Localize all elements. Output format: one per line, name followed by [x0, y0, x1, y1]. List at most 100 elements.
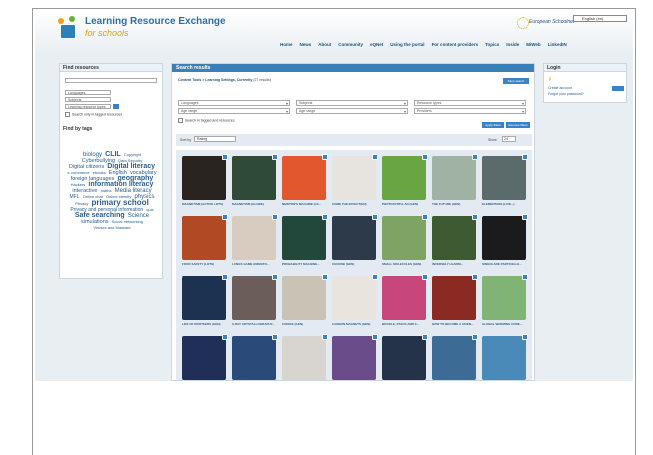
- nav-item[interactable]: Inside: [506, 42, 519, 47]
- tag-link[interactable]: Privacy: [75, 201, 88, 206]
- resource-thumbnail[interactable]: [182, 274, 228, 320]
- tag-link[interactable]: information literacy: [88, 181, 153, 188]
- filter-languages[interactable]: Languages: [178, 100, 290, 106]
- tag-link[interactable]: quiz: [146, 207, 153, 212]
- european-schoolnet-logo[interactable]: European Schoolnet: [516, 17, 574, 29]
- resource-title-link[interactable]: CODICE (GEN): [282, 322, 328, 326]
- resource-thumbnail[interactable]: [382, 154, 428, 200]
- filter-age-range[interactable]: Age range: [178, 108, 290, 114]
- filter-age-range-2[interactable]: Age range: [296, 108, 408, 114]
- search-input[interactable]: [65, 78, 157, 83]
- per-page-select[interactable]: 24: [502, 136, 516, 142]
- results-query[interactable]: Content Tools > Learning Settings, Curre…: [178, 78, 252, 82]
- resource-thumbnail[interactable]: [482, 274, 528, 320]
- tag-link[interactable]: MFL: [70, 194, 80, 200]
- resource-title-link[interactable]: PHOTOSYNTH. AN (GEN): [382, 202, 428, 206]
- nav-item[interactable]: Using the portal: [390, 42, 424, 47]
- resource-thumbnail[interactable]: [482, 214, 528, 260]
- resource-thumbnail[interactable]: [332, 154, 378, 200]
- site-title[interactable]: Learning Resource Exchange: [85, 16, 226, 27]
- resource-title-link[interactable]: GLOBAL WARMING CORE...: [482, 322, 528, 326]
- apply-filters-button[interactable]: Apply filters: [482, 122, 504, 128]
- subjects-select[interactable]: Subjects: [65, 97, 111, 102]
- tag-link[interactable]: primary school: [91, 198, 148, 207]
- tag-link[interactable]: Viruses and Malware: [93, 225, 130, 230]
- resource-thumbnail[interactable]: [282, 214, 328, 260]
- tag-link[interactable]: Social networking: [112, 219, 143, 224]
- resource-thumbnail[interactable]: [382, 334, 428, 380]
- tag-link[interactable]: Copyright: [124, 152, 141, 157]
- nav-item[interactable]: News: [300, 42, 312, 47]
- nav-item[interactable]: Community: [338, 42, 363, 47]
- resource-thumbnail[interactable]: [432, 274, 478, 320]
- resource-thumbnail[interactable]: [232, 334, 278, 380]
- resource-title-link[interactable]: MAGNETISM (ACTIVE LOTS): [182, 202, 228, 206]
- tag-link[interactable]: e-commerce: [67, 170, 89, 175]
- resource-thumbnail[interactable]: [432, 154, 478, 200]
- tagged-only-checkbox[interactable]: Search only in tagged resources: [65, 112, 122, 117]
- tag-link[interactable]: Hackers: [71, 182, 86, 187]
- resource-thumbnail[interactable]: [232, 274, 278, 320]
- filter-providers[interactable]: Providers: [414, 108, 526, 114]
- filter-subjects[interactable]: Subjects: [296, 100, 408, 106]
- resource-thumbnail[interactable]: [432, 334, 478, 380]
- resource-title-link[interactable]: CARBON MAGNETS (GEN): [332, 322, 378, 326]
- nav-item[interactable]: About: [318, 42, 331, 47]
- resource-thumbnail[interactable]: [182, 214, 228, 260]
- sort-select[interactable]: Rating: [194, 136, 236, 142]
- resource-thumbnail[interactable]: [182, 154, 228, 200]
- resource-thumbnail[interactable]: [382, 214, 428, 260]
- resource-title-link[interactable]: BOOKLE, STACK AND C...: [382, 322, 428, 326]
- resource-title-link[interactable]: HOW TO BECOME A SCIEN...: [432, 322, 478, 326]
- tag-link[interactable]: Safe searching: [75, 212, 125, 219]
- resource-title-link[interactable]: ELEMENTARE (LIVE...): [482, 202, 528, 206]
- resource-title-link[interactable]: SINGOLARE PARTICELLE...: [482, 262, 528, 266]
- tag-link[interactable]: ebooks: [93, 170, 106, 175]
- resource-title-link[interactable]: PROBABILITY MACHINE...: [282, 262, 328, 266]
- nav-item[interactable]: eQNet: [370, 42, 383, 47]
- resource-title-link[interactable]: NEWTON'S MACHINE (LE...: [282, 202, 328, 206]
- resource-thumbnail[interactable]: [382, 274, 428, 320]
- languages-select[interactable]: Languages: [65, 90, 111, 95]
- tag-link[interactable]: Digital literacy: [107, 163, 155, 170]
- resource-thumbnail[interactable]: [182, 334, 228, 380]
- resource-types-select[interactable]: Learning resource types: [65, 104, 111, 109]
- resource-thumbnail[interactable]: [332, 274, 378, 320]
- nav-item[interactable]: Home: [280, 42, 293, 47]
- resource-thumbnail[interactable]: [232, 154, 278, 200]
- nav-item[interactable]: LinkedIN: [548, 42, 567, 47]
- save-search-button[interactable]: Save search: [503, 78, 529, 84]
- resource-title-link[interactable]: CHOOSE (GEN): [332, 262, 378, 266]
- resource-thumbnail[interactable]: [282, 274, 328, 320]
- resource-thumbnail[interactable]: [282, 334, 328, 380]
- remove-filters-button[interactable]: Remove filters: [506, 122, 530, 128]
- resource-thumbnail[interactable]: [332, 334, 378, 380]
- resource-thumbnail[interactable]: [282, 154, 328, 200]
- nav-item[interactable]: MiWeb: [526, 42, 540, 47]
- nav-item[interactable]: For content providers: [432, 42, 479, 47]
- tag-link[interactable]: CLIL: [105, 151, 121, 158]
- resource-title-link[interactable]: THE FUTURE (GEN): [432, 202, 478, 206]
- nav-item[interactable]: Topics: [485, 42, 499, 47]
- resource-title-link[interactable]: MAGNETISM (GLOBE): [232, 202, 278, 206]
- language-select[interactable]: English (en): [573, 15, 627, 22]
- resource-title-link[interactable]: LIFE OF ROOTEERS (GEN): [182, 322, 228, 326]
- resource-thumbnail[interactable]: [332, 214, 378, 260]
- resource-thumbnail[interactable]: [232, 214, 278, 260]
- resource-thumbnail[interactable]: [482, 334, 528, 380]
- forgot-password-link[interactable]: Forgot your password?: [548, 92, 584, 96]
- tagged-results-checkbox[interactable]: Search in tagged and resources: [178, 118, 235, 123]
- lre-logo[interactable]: [57, 16, 79, 40]
- tag-link[interactable]: maths: [101, 188, 112, 193]
- resource-title-link[interactable]: X-RAY CRYSTALLOGRAPHY...: [232, 322, 278, 326]
- create-account-link[interactable]: Create account: [548, 86, 572, 90]
- resource-title-link[interactable]: INVERSELY LEARNI...: [432, 262, 478, 266]
- search-button[interactable]: [113, 104, 119, 109]
- resource-title-link[interactable]: LUNGS GAME ANIMATO...: [232, 262, 278, 266]
- resource-title-link[interactable]: COME THE EFFECT(EN): [332, 202, 378, 206]
- resource-thumbnail[interactable]: [432, 214, 478, 260]
- resource-title-link[interactable]: SMALL MOLECULES (GEN): [382, 262, 428, 266]
- resource-thumbnail[interactable]: [482, 154, 528, 200]
- filter-resource-types[interactable]: Resource types: [414, 100, 526, 106]
- resource-title-link[interactable]: FOOD SAFETY (LOTS): [182, 262, 228, 266]
